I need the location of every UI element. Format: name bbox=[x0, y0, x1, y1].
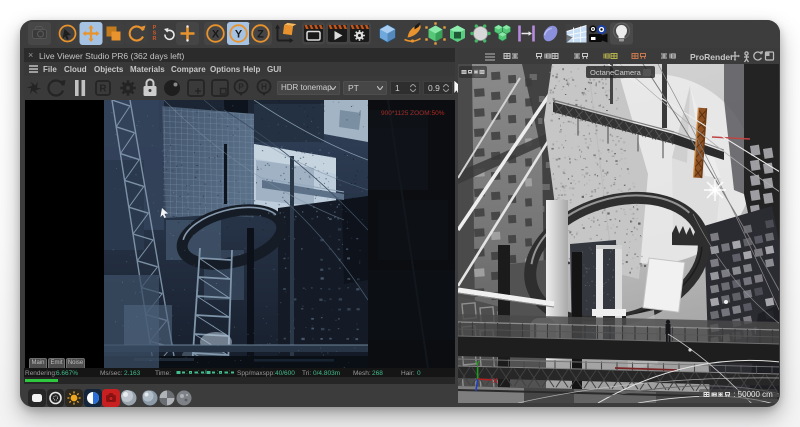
svg-text:X: X bbox=[211, 28, 219, 40]
svg-text:Y: Y bbox=[475, 361, 480, 368]
svg-text:Z: Z bbox=[257, 28, 264, 40]
svg-text:X: X bbox=[493, 378, 498, 385]
svg-text:H: H bbox=[261, 83, 267, 92]
svg-text:P: P bbox=[238, 83, 244, 92]
svg-text:R: R bbox=[152, 35, 156, 41]
svg-text:R: R bbox=[99, 84, 107, 95]
svg-text:Y: Y bbox=[234, 28, 242, 40]
